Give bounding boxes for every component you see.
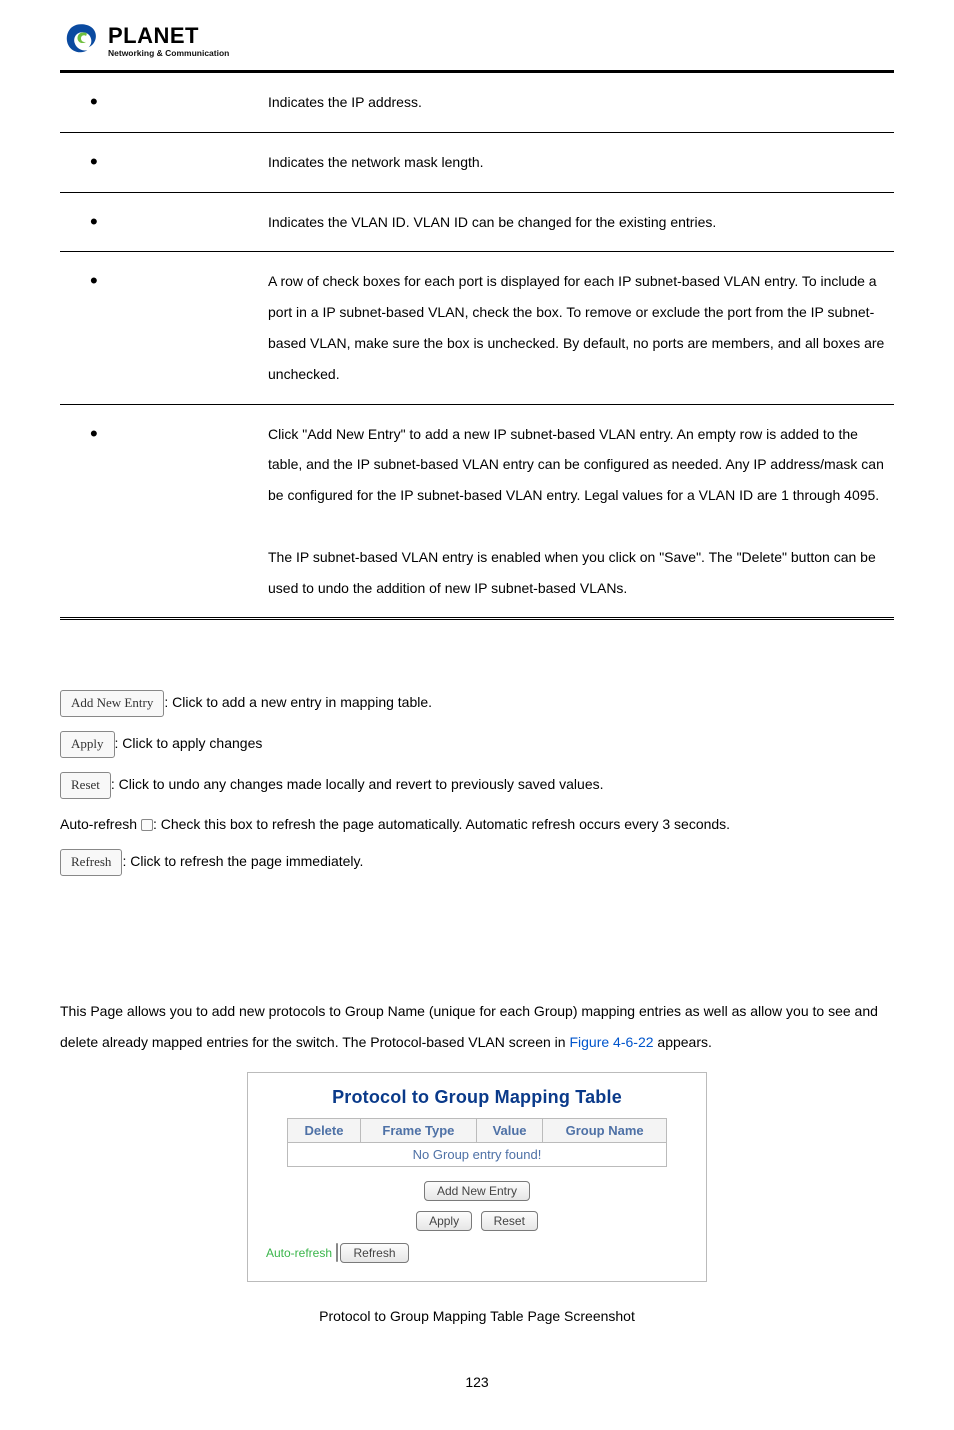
btn-desc: : Click to refresh the page immediately. xyxy=(122,853,363,869)
screenshot-title: Protocol to Group Mapping Table xyxy=(266,1087,688,1108)
col-value: Value xyxy=(476,1118,542,1142)
screenshot-panel: Protocol to Group Mapping Table Delete F… xyxy=(247,1072,707,1282)
bullet: • xyxy=(60,252,260,404)
desc-cell: A row of check boxes for each port is di… xyxy=(260,252,894,404)
auto-refresh-label: Auto-refresh xyxy=(266,1246,332,1260)
screenshot-add-button[interactable]: Add New Entry xyxy=(424,1181,530,1201)
add-new-entry-button[interactable]: Add New Entry xyxy=(60,690,164,717)
description-table: • Indicates the IP address. • Indicates … xyxy=(60,70,894,620)
buttons-section: Add New Entry: Click to add a new entry … xyxy=(60,690,894,876)
col-group-name: Group Name xyxy=(543,1118,667,1142)
swirl-icon xyxy=(60,20,102,62)
page-number: 123 xyxy=(60,1374,894,1390)
desc-cell: Indicates the IP address. xyxy=(260,72,894,133)
apply-button[interactable]: Apply xyxy=(60,731,115,758)
desc-text: Click "Add New Entry" to add a new IP su… xyxy=(268,426,884,504)
screenshot-table: Delete Frame Type Value Group Name No Gr… xyxy=(287,1118,667,1167)
brand-logo: PLANET Networking & Communication xyxy=(60,20,894,62)
col-frame-type: Frame Type xyxy=(360,1118,476,1142)
desc-cell: Click "Add New Entry" to add a new IP su… xyxy=(260,404,894,619)
desc-cell: Indicates the VLAN ID. VLAN ID can be ch… xyxy=(260,192,894,252)
empty-row-msg: No Group entry found! xyxy=(288,1142,667,1166)
btn-desc: : Click to add a new entry in mapping ta… xyxy=(164,694,432,710)
logo-sub: Networking & Communication xyxy=(108,49,229,58)
bullet: • xyxy=(60,72,260,133)
desc-cell: Indicates the network mask length. xyxy=(260,132,894,192)
btn-desc: : Click to apply changes xyxy=(115,735,263,751)
figure-link[interactable]: Figure 4-6-22 xyxy=(569,1034,653,1050)
screenshot-apply-button[interactable]: Apply xyxy=(416,1211,472,1231)
btn-desc: : Check this box to refresh the page aut… xyxy=(153,816,730,832)
auto-refresh-checkbox-icon[interactable] xyxy=(141,819,153,831)
bullet: • xyxy=(60,132,260,192)
logo-word: PLANET xyxy=(108,25,229,47)
desc-text-2: The IP subnet-based VLAN entry is enable… xyxy=(268,549,876,596)
screenshot-refresh-button[interactable]: Refresh xyxy=(340,1243,408,1263)
bullet: • xyxy=(60,192,260,252)
bullet: • xyxy=(60,404,260,619)
section-text-2: appears. xyxy=(654,1034,712,1050)
figure-caption: Protocol to Group Mapping Table Page Scr… xyxy=(60,1308,894,1324)
col-delete: Delete xyxy=(288,1118,361,1142)
reset-button[interactable]: Reset xyxy=(60,772,111,799)
auto-refresh-checkbox[interactable] xyxy=(336,1243,338,1262)
auto-refresh-prefix: Auto-refresh xyxy=(60,816,141,832)
btn-desc: : Click to undo any changes made locally… xyxy=(111,776,604,792)
screenshot-reset-button[interactable]: Reset xyxy=(481,1211,538,1231)
section-text-1: This Page allows you to add new protocol… xyxy=(60,1003,878,1050)
section-paragraph: This Page allows you to add new protocol… xyxy=(60,996,894,1058)
refresh-button[interactable]: Refresh xyxy=(60,849,122,876)
